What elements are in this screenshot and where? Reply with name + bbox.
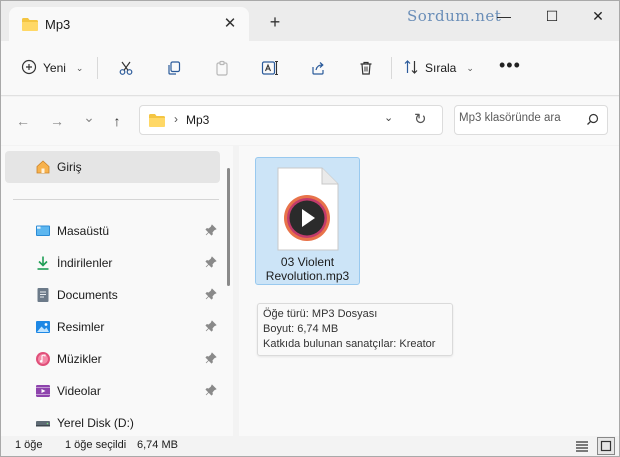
copy-icon[interactable] [163,57,185,79]
share-icon[interactable] [307,57,329,79]
title-bar: Mp3 ✕ + Sordum.net — ☐ ✕ [1,1,619,41]
desktop-icon [35,223,51,239]
download-icon [35,255,51,271]
new-button[interactable]: Yeni ⌄ [15,53,89,83]
search-input[interactable] [459,112,579,124]
forward-button[interactable]: → [47,111,67,131]
recent-locations-button[interactable]: ⌄ [79,107,99,127]
sort-icon [403,59,419,78]
breadcrumb-mp3[interactable]: Mp3 [186,113,209,127]
pin-icon[interactable] [205,384,217,396]
toolbar-divider [391,57,392,79]
chevron-down-icon: ⌄ [75,62,84,73]
large-icons-view-button[interactable] [597,437,615,455]
sort-label: Sırala [425,61,457,75]
address-row: ← → ⌄ ↑ › Mp3 ⌄ ↻ [1,97,619,145]
file-list-pane: 03 Violent Revolution.mp3 Öğe türü: MP3 … [239,146,619,436]
sidebar-item-label: Yerel Disk (D:) [57,416,134,430]
sidebar-item-downloads[interactable]: İndirilenler [5,249,220,277]
sidebar-item-label: Müzikler [57,352,102,366]
delete-icon[interactable] [355,57,377,79]
more-options-button[interactable]: ••• [499,55,521,76]
folder-icon [148,113,166,131]
file-explorer-window: Mp3 ✕ + Sordum.net — ☐ ✕ Yeni ⌄ Sırala ⌄… [0,0,620,457]
navigation-pane: Giriş Masaüstü İndirilenler Documents Re… [1,146,233,436]
pin-icon[interactable] [205,352,217,364]
address-bar[interactable]: › Mp3 ⌄ ↻ [139,105,443,135]
pin-icon[interactable] [205,288,217,300]
videos-icon [35,383,51,399]
mp3-file-icon [276,166,340,255]
chevron-down-icon: ⌄ [466,62,474,73]
sidebar-item-label: Masaüstü [57,224,110,238]
pin-icon[interactable] [205,256,217,268]
search-icon[interactable] [586,113,599,129]
refresh-icon[interactable]: ↻ [414,110,427,128]
selection-size: 6,74 MB [137,439,178,451]
sidebar-scrollbar[interactable] [227,168,230,286]
address-dropdown-icon[interactable]: ⌄ [384,111,393,124]
drive-icon [35,415,51,431]
file-info-tooltip: Öğe türü: MP3 Dosyası Boyut: 6,74 MB Kat… [257,303,453,356]
plus-circle-icon [21,59,37,78]
sidebar-item-documents[interactable]: Documents [5,281,220,309]
sidebar-item-pictures[interactable]: Resimler [5,313,220,341]
new-label: Yeni [43,61,66,75]
file-name-line: Revolution.mp3 [265,269,350,283]
details-view-button[interactable] [573,437,591,455]
sidebar-item-videos[interactable]: Videolar [5,377,220,405]
tooltip-size: Boyut: 6,74 MB [263,323,339,335]
command-bar: Yeni ⌄ Sırala ⌄ ••• [1,41,619,96]
status-bar: 1 öğe 1 öğe seçildi 6,74 MB [1,436,619,456]
watermark: Sordum.net [407,7,502,25]
breadcrumb-separator-icon: › [174,112,178,126]
sidebar-item-drive-d[interactable]: Yerel Disk (D:) [5,409,220,437]
tab-mp3[interactable]: Mp3 ✕ [9,7,249,41]
sidebar-divider [13,199,219,200]
pin-icon[interactable] [205,320,217,332]
tooltip-type: Öğe türü: MP3 Dosyası [263,308,378,320]
sidebar-item-label: Videolar [57,384,101,398]
new-tab-button[interactable]: + [265,12,285,33]
maximize-button[interactable]: ☐ [537,5,567,27]
documents-icon [35,287,51,303]
search-box[interactable] [454,105,608,135]
back-button[interactable]: ← [13,111,33,131]
music-icon [35,351,51,367]
sidebar-item-music[interactable]: Müzikler [5,345,220,373]
sidebar-item-label: Documents [57,288,118,302]
up-button[interactable]: ↑ [107,111,127,131]
sidebar-item-label: Giriş [57,160,82,174]
sort-button[interactable]: Sırala ⌄ [403,53,474,83]
sidebar-item-label: Resimler [57,320,105,334]
item-count: 1 öğe [15,439,43,451]
sidebar-item-label: İndirilenler [57,256,113,270]
paste-icon[interactable] [211,57,233,79]
folder-icon [21,17,39,35]
tab-title: Mp3 [45,17,71,32]
selection-count: 1 öğe seçildi [65,439,127,451]
pin-icon[interactable] [205,224,217,236]
tooltip-artists: Katkıda bulunan sanatçılar: Kreator [263,338,436,350]
tab-close-icon[interactable]: ✕ [221,14,239,32]
sidebar-item-desktop[interactable]: Masaüstü [5,217,220,245]
rename-icon[interactable] [259,57,281,79]
file-name: 03 Violent Revolution.mp3 [256,255,359,283]
file-item-selected[interactable]: 03 Violent Revolution.mp3 [255,157,360,285]
file-name-line: 03 Violent [280,255,335,269]
pictures-icon [35,319,51,335]
close-button[interactable]: ✕ [583,5,613,27]
toolbar-divider [97,57,98,79]
sidebar-item-home[interactable]: Giriş [5,151,220,183]
minimize-button[interactable]: — [489,5,519,27]
cut-icon[interactable] [115,57,137,79]
home-icon [35,159,51,178]
